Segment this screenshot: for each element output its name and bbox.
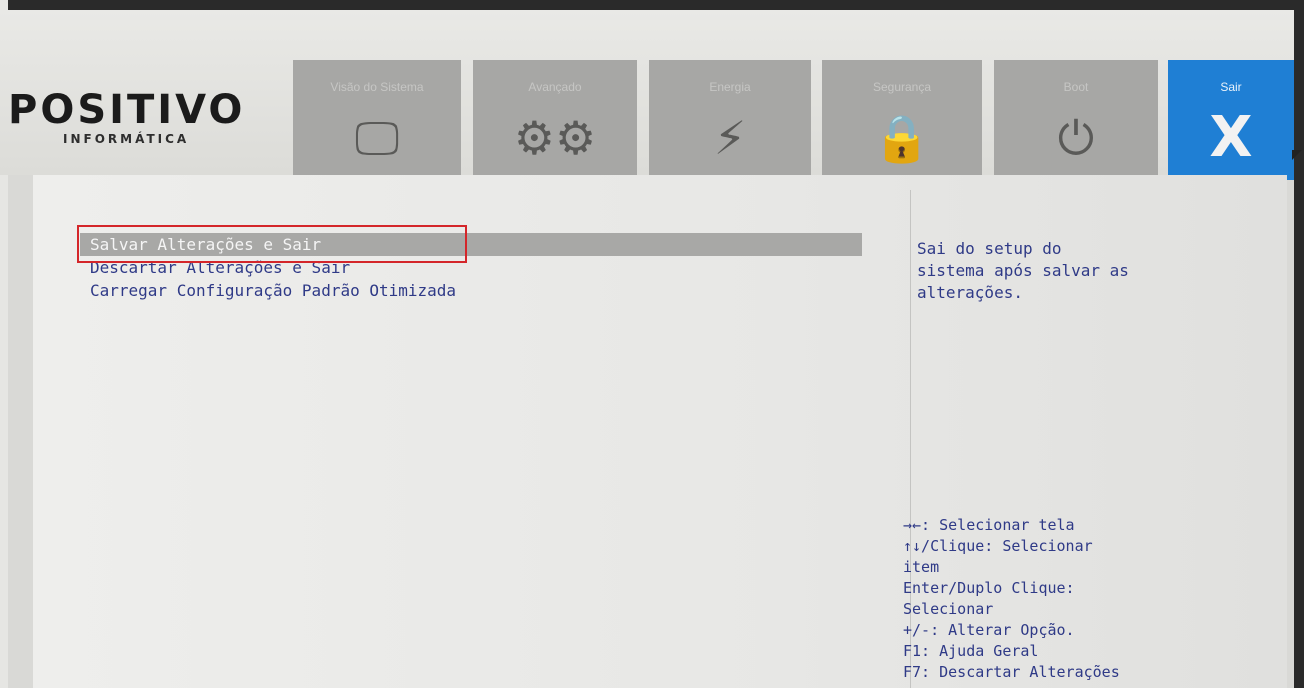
tab-seguranca[interactable]: Segurança 🔒	[822, 60, 982, 180]
screen-bezel-right	[1294, 0, 1304, 688]
annotation-highlight-box	[77, 225, 467, 263]
tab-boot[interactable]: Boot ⏻	[994, 60, 1158, 180]
key-hint-enter: Enter/Duplo Clique:	[903, 579, 1075, 597]
help-line: sistema após salvar as	[917, 261, 1129, 280]
key-hint-select-screen: →←: Selecionar tela	[903, 516, 1075, 534]
key-hint-select-item-cont: item	[903, 558, 940, 576]
brand-logo: POSITIVO INFORMÁTICA	[8, 90, 245, 146]
key-hint-f1: F1: Ajuda Geral	[903, 642, 1039, 660]
help-line: Sai do setup do	[917, 239, 1062, 258]
menu-item-load-defaults[interactable]: Carregar Configuração Padrão Otimizada	[80, 279, 862, 302]
gears-icon: ⚙⚙	[513, 111, 597, 165]
help-line: alterações.	[917, 283, 1023, 302]
close-icon: X	[1209, 105, 1253, 170]
tab-label: Energia	[709, 80, 751, 94]
tab-label: Segurança	[872, 80, 932, 94]
tab-label: Avançado	[528, 80, 582, 94]
mouse-cursor-icon	[1292, 150, 1302, 160]
power-icon: ⏻	[1057, 111, 1095, 165]
tab-energia[interactable]: Energia ⚡	[649, 60, 811, 180]
tab-label: Visão do Sistema	[330, 80, 424, 94]
logo-sub-text: INFORMÁTICA	[63, 132, 190, 146]
tab-sair[interactable]: Sair X	[1168, 60, 1294, 180]
key-hint-change-option: +/-: Alterar Opção.	[903, 621, 1075, 639]
tab-avancado[interactable]: Avançado ⚙⚙	[473, 60, 637, 180]
logo-main-text: POSITIVO	[8, 87, 246, 133]
key-hint-enter-cont: Selecionar	[903, 600, 994, 618]
tab-visao-do-sistema[interactable]: Visão do Sistema 🖵	[293, 60, 461, 180]
tab-label: Boot	[1063, 80, 1089, 94]
screen-bezel-top	[0, 0, 1304, 10]
monitor-icon: 🖵	[354, 111, 400, 165]
key-hint-select-item: ↑↓/Clique: Selecionar	[903, 537, 1093, 555]
key-hint-f7: F7: Descartar Alterações	[903, 663, 1120, 681]
lightning-icon: ⚡	[713, 111, 747, 165]
key-legend: →←: Selecionar tela ↑↓/Clique: Seleciona…	[903, 515, 1283, 683]
lock-icon: 🔒	[873, 111, 931, 165]
help-text: Sai do setup do sistema após salvar as a…	[917, 238, 1237, 304]
